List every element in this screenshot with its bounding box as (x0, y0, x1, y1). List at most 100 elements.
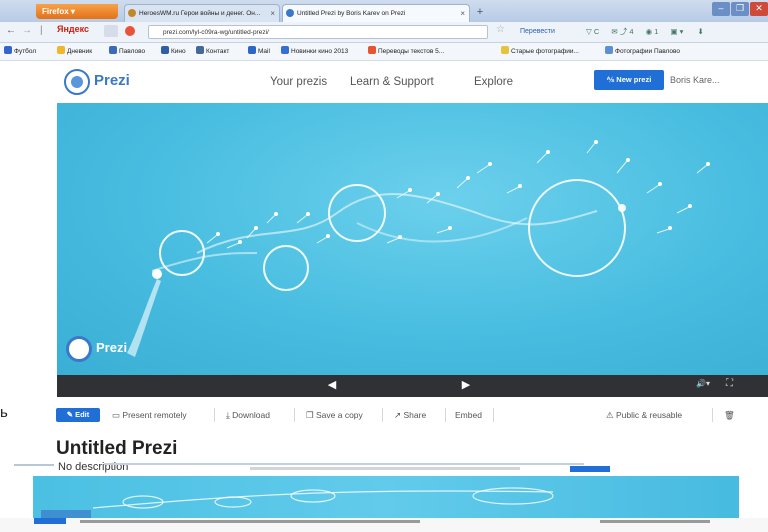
bookmark-star-icon[interactable]: ☆ (496, 24, 505, 35)
bookmark-label: Новинки кино 2013 (291, 48, 349, 55)
close-tab-icon[interactable]: × (270, 5, 275, 22)
close-window-icon[interactable]: ✕ (750, 2, 768, 16)
tab-favicon-icon (286, 9, 294, 17)
bookmark-item[interactable]: Фотографии Павлово (605, 46, 680, 57)
stray-glyph: ь (0, 404, 8, 421)
new-prezi-button[interactable]: ⅍ New prezi (594, 70, 664, 90)
tab-prezi[interactable]: Untitled Prezi by Boris Karev on Prezi × (282, 4, 470, 22)
presentation-controls (57, 375, 768, 397)
embed-button[interactable]: Embed (455, 407, 482, 423)
nav-learn-support[interactable]: Learn & Support (350, 76, 434, 88)
prezi-canvas[interactable] (57, 103, 768, 375)
present-remotely-label: Present remotely (122, 410, 187, 420)
duplicate-toolbar-strip (0, 518, 768, 532)
toolbar-divider (493, 408, 494, 422)
bookmark-item[interactable]: Старые фотографии... (501, 46, 579, 57)
tab-favicon-icon (128, 9, 136, 17)
prezi-logo-icon[interactable] (64, 69, 90, 95)
translate-label: Перевести (520, 28, 555, 35)
next-step-icon[interactable]: ▶ (459, 378, 473, 392)
duplicate-strip-fragment (80, 520, 420, 523)
bookmark-item[interactable]: Футбол (4, 46, 36, 57)
firefox-menu-label: Firefox (42, 7, 69, 16)
share-button[interactable]: ↗ Share (394, 407, 426, 423)
download-icon: ⤓ (226, 410, 230, 420)
save-copy-button[interactable]: ❐ Save a copy (306, 407, 363, 423)
canvas-prezi-logo-text: Prezi (96, 340, 128, 355)
translate-button[interactable]: Перевести (520, 25, 580, 39)
toolbar-divider (382, 408, 383, 422)
public-icon: ⚠ (606, 410, 614, 420)
dandelion-artwork (127, 140, 710, 357)
bookmark-label: Павлово (119, 48, 146, 55)
yandex-logo[interactable]: Яндекс (57, 24, 89, 34)
bookmark-item[interactable]: Переводы текстов 5... (368, 46, 444, 57)
duplicate-strip-fragment (570, 466, 610, 472)
bookmark-label: Mail (258, 48, 270, 55)
fullscreen-icon[interactable]: ⛶ (726, 378, 733, 389)
firefox-menu-button[interactable]: Firefox ▾ (36, 4, 118, 19)
bookmark-label: Футбол (14, 48, 37, 55)
sound-icon[interactable]: 🔊▾ (696, 379, 710, 388)
separator-icon: | (40, 25, 43, 36)
bookmark-item[interactable]: Контакт (196, 46, 229, 57)
save-copy-label: Save a copy (316, 410, 363, 420)
minimize-icon[interactable]: – (712, 2, 730, 16)
bookmark-label: Дневник (67, 48, 93, 55)
download-label: Download (232, 410, 270, 420)
duplicate-strip-fragment (250, 467, 520, 470)
bookmark-item[interactable]: Дневник (57, 46, 92, 57)
reload-icon[interactable]: ▽ C (586, 27, 599, 36)
trash-icon[interactable]: 🗑 (724, 407, 735, 423)
previous-step-icon[interactable]: ◀ (325, 378, 339, 392)
bookmark-label: Старые фотографии... (511, 48, 579, 55)
duplicate-canvas-preview (33, 476, 739, 518)
back-icon[interactable]: ← (6, 25, 16, 36)
bookmark-item[interactable]: Новинки кино 2013 (281, 46, 348, 57)
mail-icon[interactable]: ✉ ⤴ 4 (611, 27, 633, 36)
duplicate-strip-fragment (104, 463, 584, 465)
bookmark-item[interactable]: Кино (161, 46, 186, 57)
tab-title: Untitled Prezi by Boris Karev on Prezi (297, 10, 406, 17)
toolbar-divider (445, 408, 446, 422)
duplicate-artwork (41, 487, 554, 518)
download-button[interactable]: ⤓ Download (226, 407, 270, 423)
edit-label: Edit (75, 410, 90, 419)
bookmark-item[interactable]: Mail (248, 46, 270, 57)
toolbar-divider (294, 408, 295, 422)
forward-icon[interactable]: → (22, 25, 32, 36)
nav-explore[interactable]: Explore (474, 76, 513, 88)
site-icon (125, 26, 135, 36)
duplicate-strip-fragment (34, 518, 66, 524)
page-title: Untitled Prezi (56, 438, 178, 459)
toolbar-icons[interactable]: ▽ C ✉ ⤴ 4 ◉ 1 ▣ ▾ ⬇ (586, 25, 766, 39)
search-engine-label: Яндекс (57, 24, 90, 34)
bookmark-label: Кино (171, 48, 186, 55)
url-text: prezi.com/lyl-c09ra-wg/untitled-prezi/ (163, 29, 269, 36)
new-tab-button[interactable]: + (472, 6, 488, 20)
share-label: Share (403, 410, 427, 420)
new-prezi-label: New prezi (616, 75, 652, 84)
download-arrow-icon[interactable]: ⬇ (698, 27, 704, 36)
maximize-icon[interactable]: ❐ (731, 2, 749, 16)
copy-icon: ❐ (306, 410, 314, 420)
visibility-label: Public & reusable (616, 410, 683, 420)
duplicate-strip-fragment (600, 520, 710, 523)
address-bar[interactable]: prezi.com/lyl-c09ra-wg/untitled-prezi/ (148, 25, 488, 39)
close-tab-icon[interactable]: × (460, 5, 465, 22)
bookmark-item[interactable]: Павлово (109, 46, 145, 57)
extension-icon[interactable]: ◉ 1 (646, 27, 659, 36)
bookmark-label: Контакт (206, 48, 230, 55)
visibility-button[interactable]: ⚠ Public & reusable (606, 407, 682, 423)
share-icon: ↗ (394, 410, 402, 420)
prezi-logo-text[interactable]: Prezi (94, 72, 130, 89)
bookmarks-icon[interactable] (104, 25, 118, 37)
bookmark-label: Фотографии Павлово (615, 48, 681, 55)
present-remotely-button[interactable]: ▭ Present remotely (112, 407, 187, 423)
edit-button[interactable]: ✎ Edit (56, 408, 100, 422)
user-menu[interactable]: Boris Kare... (670, 75, 720, 85)
menu-icon[interactable]: ▣ ▾ (671, 27, 684, 36)
bookmark-label: Переводы текстов 5... (378, 48, 445, 55)
tab-heroes[interactable]: HeroesWM.ru Герои войны и денег. Он... × (124, 4, 280, 22)
nav-your-prezis[interactable]: Your prezis (270, 76, 327, 88)
